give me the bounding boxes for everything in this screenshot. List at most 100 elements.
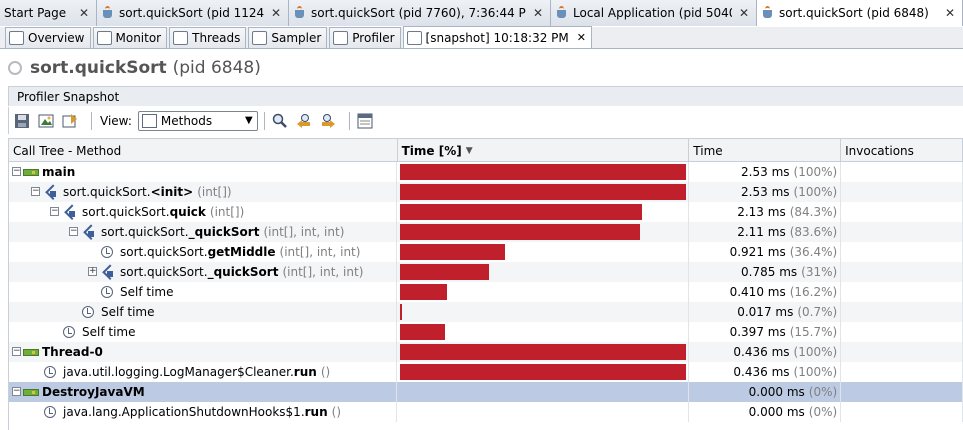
close-icon[interactable]: ✕ [532, 6, 544, 20]
table-row[interactable]: java.lang.ApplicationShutdownHooks$1.run… [9, 402, 963, 422]
time-percent-bar [400, 364, 687, 380]
method-cell: − DestroyJavaVM [9, 382, 398, 402]
find-previous-icon[interactable] [295, 112, 313, 130]
time-percent-bar-track [400, 164, 687, 180]
close-icon[interactable]: ✕ [270, 6, 282, 20]
find-next-icon[interactable] [319, 112, 337, 130]
invocations-cell [841, 222, 963, 242]
column-header-time[interactable]: Time [689, 139, 842, 162]
method-bold-name: DestroyJavaVM [42, 385, 145, 399]
java-cup-icon [761, 6, 775, 20]
method-args: (int[], int, int) [279, 245, 361, 259]
table-row[interactable]: Self time 0.397 ms (15.7%) [9, 322, 963, 342]
tab-snapshot[interactable]: [snapshot] 10:18:32 PM ✕ [402, 26, 592, 48]
java-cup-icon [293, 6, 307, 20]
time-cell: 0.921 ms (36.4%) [689, 242, 842, 262]
invocations-cell [841, 162, 963, 182]
time-cell: 0.436 ms (100%) [689, 362, 842, 382]
table-row[interactable]: − sort.quickSort._quickSort (int[], int, i… [9, 222, 963, 242]
status-circle-icon [8, 61, 22, 75]
method-bold-name: _quickSort [207, 265, 279, 279]
tab-profiler[interactable]: Profiler [329, 27, 401, 48]
method-name: Thread-0 [42, 345, 103, 359]
table-row[interactable]: + sort.quickSort._quickSort (int[], int, i… [9, 262, 963, 282]
find-icon[interactable] [271, 112, 289, 130]
time-cell: 2.53 ms (100%) [689, 182, 842, 202]
table-row[interactable]: − DestroyJavaVM 0.000 ms (0%) [9, 382, 963, 402]
doc-tab[interactable]: sort.quickSort (pid 7760), 7:36:44 PM ✕ [289, 0, 551, 26]
table-body: − main 2.53 ms (100%) − sort.quickSort.<init>… [9, 162, 963, 422]
invocations-cell [841, 402, 963, 422]
tab-sampler[interactable]: Sampler [248, 27, 328, 48]
time-value: 2.53 ms [741, 165, 790, 179]
doc-tab[interactable]: sort.quickSort (pid 1124) ✕ [97, 0, 289, 26]
tab-monitor[interactable]: Monitor [92, 27, 168, 48]
table-row[interactable]: java.util.logging.LogManager$Cleaner.run… [9, 362, 963, 382]
time-percent-cell [397, 162, 690, 182]
time-cell: 0.397 ms (15.7%) [689, 322, 842, 342]
table-row[interactable]: sort.quickSort.getMiddle (int[], int, int… [9, 242, 963, 262]
time-percent-value: (100%) [793, 185, 838, 199]
save-icon[interactable] [13, 112, 31, 130]
method-cell: − Thread-0 [9, 342, 398, 362]
view-select[interactable]: Methods ▼ [137, 110, 258, 131]
method-cell: Self time [9, 322, 398, 342]
time-percent-cell [397, 202, 690, 222]
time-percent-bar [400, 204, 642, 220]
tab-overview[interactable]: Overview [5, 27, 91, 48]
time-value: 0.436 ms [733, 345, 790, 359]
profiler-icon [333, 31, 349, 45]
collapse-icon[interactable]: − [69, 227, 78, 236]
time-percent-bar-track [400, 384, 684, 400]
method-bold-name: <init> [150, 185, 194, 199]
doc-tab[interactable]: Start Page ✕ [0, 0, 97, 26]
table-row[interactable]: − sort.quickSort.<init> (int[]) 2.53 ms (100… [9, 182, 963, 202]
thread-icon [23, 389, 39, 396]
time-percent-bar [400, 324, 446, 340]
time-percent-bar [400, 224, 640, 240]
time-cell: 0.017 ms (0.7%) [689, 302, 842, 322]
profiler-toolbar: View: Methods ▼ [8, 107, 963, 134]
collapse-icon[interactable]: − [12, 167, 21, 176]
table-row[interactable]: − Thread-0 0.436 ms (100%) [9, 342, 963, 362]
doc-tab[interactable]: sort.quickSort (pid 6848) ✕ [757, 0, 963, 26]
export-image-icon[interactable] [37, 112, 55, 130]
time-percent-bar [400, 164, 687, 180]
close-icon[interactable]: ✕ [577, 31, 586, 44]
close-icon[interactable]: ✕ [944, 6, 956, 20]
collapse-icon[interactable]: − [50, 207, 59, 216]
column-header-time-percent[interactable]: Time [%] ▼ [398, 139, 690, 162]
table-row[interactable]: − sort.quickSort.quick (int[]) 2.13 ms (84.3… [9, 202, 963, 222]
export-icon[interactable] [61, 112, 79, 130]
time-percent-bar-track [400, 364, 687, 380]
table-header: Call Tree - Method Time [%] ▼ Time Invoc… [9, 138, 963, 162]
call-tree-table: Call Tree - Method Time [%] ▼ Time Invoc… [8, 138, 963, 430]
method-args: (int[]) [209, 205, 245, 219]
info-icon[interactable] [356, 112, 374, 130]
invocations-cell [841, 202, 963, 222]
page-title: sort.quickSort (pid 6848) [30, 58, 261, 78]
time-percent-cell [397, 322, 690, 342]
collapse-icon[interactable]: − [12, 347, 21, 356]
table-row[interactable]: − main 2.53 ms (100%) [9, 162, 963, 182]
tab-threads[interactable]: Threads [169, 27, 247, 48]
collapse-icon[interactable]: − [12, 387, 21, 396]
invocations-cell [841, 242, 963, 262]
column-header-invocations[interactable]: Invocations [841, 139, 963, 162]
close-icon[interactable]: ✕ [78, 6, 90, 20]
clock-icon [44, 366, 56, 378]
table-row[interactable]: Self time 0.017 ms (0.7%) [9, 302, 963, 322]
expand-icon[interactable]: + [88, 267, 97, 276]
thread-icon [23, 349, 39, 356]
column-header-method[interactable]: Call Tree - Method [9, 139, 398, 162]
toolbar-separator [348, 111, 350, 130]
method-args: (int[], int, int) [263, 225, 345, 239]
method-name: Self time [101, 305, 154, 319]
method-bold-name: getMiddle [207, 245, 276, 259]
collapse-icon[interactable]: − [31, 187, 40, 196]
method-icon [63, 206, 75, 218]
method-cell: sort.quickSort.getMiddle (int[], int, int… [9, 242, 398, 262]
doc-tab[interactable]: Local Application (pid 5040) ✕ [551, 0, 757, 26]
table-row[interactable]: Self time 0.410 ms (16.2%) [9, 282, 963, 302]
close-icon[interactable]: ✕ [738, 6, 750, 20]
